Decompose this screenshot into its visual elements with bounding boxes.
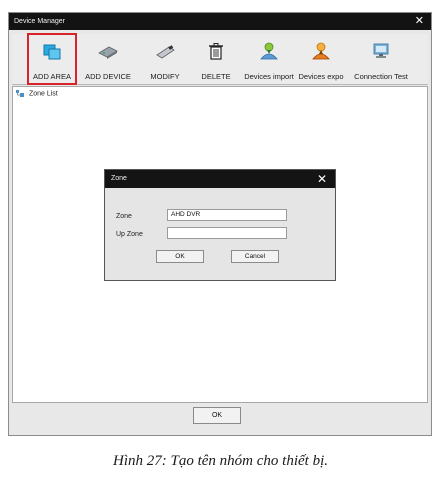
zone-dialog-title: Zone bbox=[111, 175, 127, 182]
zone-label: Zone bbox=[116, 213, 132, 220]
devices-import-label: Devices import bbox=[244, 72, 294, 81]
up-zone-select[interactable] bbox=[167, 227, 287, 239]
devices-import-button[interactable]: Devices import bbox=[241, 34, 297, 84]
zone-dialog-titlebar: Zone ✕ bbox=[105, 170, 335, 188]
delete-label: DELETE bbox=[201, 72, 231, 81]
modify-icon bbox=[156, 45, 175, 59]
zone-list-root[interactable]: Zone List bbox=[16, 90, 58, 97]
zone-dialog: Zone ✕ Zone AHD DVR Up Zone OK Cancel bbox=[104, 169, 336, 281]
figure-caption: Hình 27: Tạo tên nhóm cho thiết bị. bbox=[113, 453, 328, 469]
dialog-cancel-button[interactable]: Cancel bbox=[231, 250, 279, 263]
connection-test-icon bbox=[373, 43, 389, 58]
add-area-button[interactable]: ADD AREA bbox=[27, 33, 77, 85]
delete-button[interactable]: DELETE bbox=[197, 34, 235, 84]
devices-export-button[interactable]: Devices expo bbox=[297, 34, 345, 84]
modify-label: MODIFY bbox=[150, 72, 180, 81]
add-area-icon bbox=[43, 44, 61, 60]
zone-dialog-close-icon[interactable]: ✕ bbox=[317, 170, 327, 188]
main-ok-button[interactable]: OK bbox=[193, 407, 241, 424]
add-device-button[interactable]: ADD DEVICE bbox=[82, 34, 134, 84]
connection-test-label: Connection Test bbox=[354, 72, 408, 81]
window-title: Device Manager bbox=[14, 18, 65, 25]
window-close-icon[interactable]: ✕ bbox=[415, 13, 424, 30]
add-device-icon bbox=[98, 46, 118, 59]
zone-name-input[interactable]: AHD DVR bbox=[167, 209, 287, 221]
window-titlebar: Device Manager ✕ bbox=[9, 13, 431, 30]
import-icon bbox=[260, 42, 278, 60]
toolbar: ADD AREA ADD DEVICE MODIFY DELETE Device… bbox=[12, 33, 428, 85]
add-area-label: ADD AREA bbox=[33, 72, 71, 81]
dialog-ok-button[interactable]: OK bbox=[156, 250, 204, 263]
trash-icon bbox=[209, 43, 223, 60]
up-zone-label: Up Zone bbox=[116, 231, 143, 238]
zone-list-label: Zone List bbox=[28, 90, 58, 98]
zone-list-icon bbox=[16, 90, 24, 97]
connection-test-button[interactable]: Connection Test bbox=[345, 34, 417, 84]
export-icon bbox=[312, 42, 330, 60]
modify-button[interactable]: MODIFY bbox=[144, 34, 186, 84]
devices-export-label: Devices expo bbox=[298, 72, 344, 81]
add-device-label: ADD DEVICE bbox=[85, 72, 131, 81]
